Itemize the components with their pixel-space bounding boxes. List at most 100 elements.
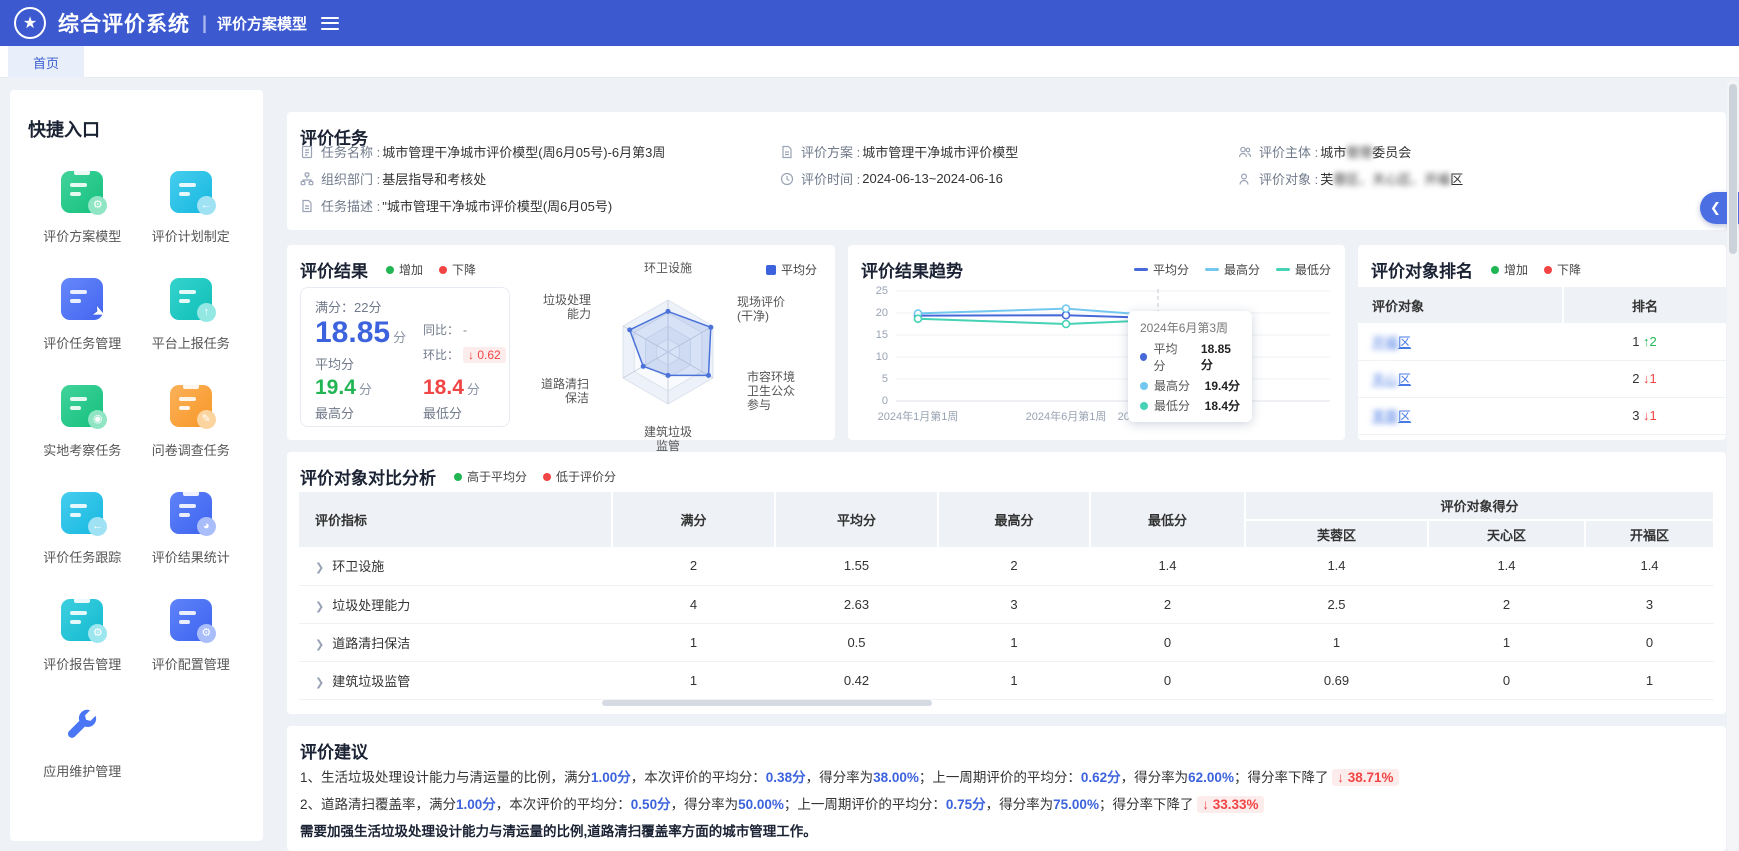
sidebar-item-label: 问卷调查任务 [152,440,230,459]
trend-legend: 平均分最高分最低分 [1134,261,1331,278]
suggestion-card-title: 评价建议 [300,738,368,763]
region-score-天心区: 1 [1428,623,1585,661]
rank-cell: 2 ↓1 [1563,360,1726,397]
x-axis-label: 2024年6月第1周 [1026,408,1107,424]
sidebar-item-评价报告管理[interactable]: ⚙评价报告管理 [28,596,137,673]
y-axis-tick: 5 [882,373,888,385]
cmp-header-max: 最高分 [938,492,1090,547]
cmp-header-full: 满分 [612,492,775,547]
comparison-row: ❯环卫设施21.5521.41.41.41.4 [299,547,1714,585]
stat-cell-full: 2 [612,547,775,585]
result-card-title: 评价结果 [300,257,368,282]
region-link[interactable]: 天心区 [1372,372,1411,387]
suggestion-line-2: 2、道路清扫覆盖率，满分1.00分，本次评价的平均分：0.50分，得分率为50.… [300,793,1264,813]
sidebar-item-label: 实地考察任务 [43,440,121,459]
sidebar-item-应用维护管理[interactable]: 应用维护管理 [28,703,137,780]
sidebar-item-平台上报任务[interactable]: ↑平台上报任务 [137,275,246,352]
legend-item-高于平均分: 高于平均分 [454,468,527,485]
expand-chevron-icon[interactable]: ❯ [315,562,324,574]
menu-hamburger-icon[interactable] [321,17,339,30]
sidebar-item-评价方案模型[interactable]: ⚙评价方案模型 [28,168,137,245]
title-divider: | [202,13,207,34]
region-score-天心区: 2 [1428,585,1585,623]
comparison-row: ❯垃圾处理能力42.63322.523 [299,585,1714,623]
trend-legend-最低分[interactable]: 最低分 [1276,261,1331,278]
radar-axis-建筑垃圾监管: 建筑垃圾监管 [644,425,692,453]
region-score-芙蓉区: 2.5 [1245,585,1428,623]
sidebar-item-实地考察任务[interactable]: ◉ 实地考察任务 [28,382,137,459]
task-field-任务描述: 任务描述 :"城市管理干净城市评价模型(周6月05号) [300,196,612,215]
mom-value-badge: ↓ 0.62 [463,347,506,363]
expand-chevron-icon[interactable]: ❯ [315,677,324,689]
rank-down-indicator: ↓1 [1643,371,1657,386]
ranking-header-rank: 排名 [1563,287,1726,323]
comparison-card-title: 评价对象对比分析 [300,464,436,489]
task-field-任务名称: 任务名称 :城市管理干净城市评价模型(周6月05号)-6月第3周 [300,142,665,161]
legend-dot-icon [454,473,462,481]
radar-axis-现场评价(干净): 现场评价(干净) [737,295,785,323]
indicator-name: 道路清扫保洁 [332,636,410,651]
gear-badge: ⚙ [88,196,107,215]
rank-cell: 3 ↓1 [1563,397,1726,434]
ranking-row: 芙蓉区 3 ↓1 [1358,397,1726,434]
rank-down-indicator: ↓1 [1643,408,1657,423]
file-icon [780,145,794,159]
sidebar-grid: ⚙评价方案模型←评价计划制定➤评价任务管理↑平台上报任务 ◉ 实地考察任务 ✎问卷调查… [28,168,245,780]
tab-home[interactable]: 首页 [8,46,84,78]
sidebar-item-评价任务跟踪[interactable]: ←评价任务跟踪 [28,489,137,566]
avg-score-label: 平均分 [315,354,354,373]
评价方案模型-icon: ⚙ [58,168,106,216]
file-icon [300,199,314,213]
org-icon [300,172,314,186]
scrollbar-thumb[interactable] [1729,84,1737,254]
stat-cell-avg: 1.55 [775,547,938,585]
region-link[interactable]: 开福区 [1372,335,1411,350]
y-axis-tick: 20 [876,307,888,319]
评价报告管理-icon: ⚙ [58,596,106,644]
tooltip-row-平均分: 平均分18.85分 [1140,340,1240,374]
evaluation-result-card: 评价结果 增加下降 平均分 满分：22分 18.85分 平均分 同比：- 环比：… [287,245,835,440]
mom-row: 环比：↓ 0.62 [423,346,506,363]
y-axis-tick: 0 [882,395,888,407]
series-line-swatch [1276,268,1290,271]
ranking-legend: 增加下降 [1491,261,1581,278]
pin-badge: ◉ [88,410,107,429]
region-score-开福区: 0 [1585,623,1714,661]
expand-chevron-icon[interactable]: ❯ [315,639,324,651]
stat-cell-max: 1 [938,623,1090,661]
horizontal-scrollbar[interactable] [602,700,932,706]
sidebar-item-评价计划制定[interactable]: ←评价计划制定 [137,168,246,245]
series-dot-icon [1140,402,1148,410]
stat-cell-min: 0 [1090,661,1245,699]
top-navbar: ★ 综合评价系统 | 评价方案模型 [0,0,1739,46]
legend-dot-icon [1491,266,1499,274]
sidebar-item-问卷调查任务[interactable]: ✎问卷调查任务 [137,382,246,459]
avg-score: 18.85分 [315,316,406,350]
series-dot-icon [1140,353,1147,361]
trend-legend-平均分[interactable]: 平均分 [1134,261,1189,278]
region-link[interactable]: 芙蓉区 [1372,409,1411,424]
sidebar-item-评价配置管理[interactable]: ⚙评价配置管理 [137,596,246,673]
y-axis-tick: 15 [876,329,888,341]
stat-cell-full: 4 [612,585,775,623]
legend-dot-icon [543,473,551,481]
task-field-value: 2024-06-13~2024-06-16 [862,171,1003,186]
region-score-开福区: 1.4 [1585,547,1714,585]
min-score: 18.4分 [423,376,480,400]
trend-legend-最高分[interactable]: 最高分 [1205,261,1260,278]
ranking-card: 评价对象排名 增加下降 评价对象 排名 开福区1 ↑2天心区2 ↓1芙蓉区3 ↓… [1358,245,1726,440]
expand-chevron-icon[interactable]: ❯ [315,601,324,613]
max-score-label: 最高分 [315,403,354,422]
full-score: 满分：22分 [315,297,381,316]
chevron-left-icon: ❮ [1710,200,1721,216]
legend-item-增加: 增加 [1491,261,1528,278]
comparison-legend: 高于平均分低于评价分 [454,468,616,485]
comparison-card: 评价对象对比分析 高于平均分低于评价分 评价指标 满分 平均分 最高分 最低分 … [287,452,1726,714]
region-score-芙蓉区: 1.4 [1245,547,1428,585]
max-score: 19.4分 [315,376,372,400]
vertical-scrollbar[interactable] [1727,80,1738,851]
sidebar-item-评价任务管理[interactable]: ➤评价任务管理 [28,275,137,352]
sidebar-item-评价结果统计[interactable]: ◕评价结果统计 [137,489,246,566]
task-field-value: 城市管理干净城市评价模型(周6月05号)-6月第3周 [382,142,665,161]
chart-tooltip: 2024年6月第3周 平均分18.85分最高分19.4分最低分18.4分 [1128,311,1252,422]
